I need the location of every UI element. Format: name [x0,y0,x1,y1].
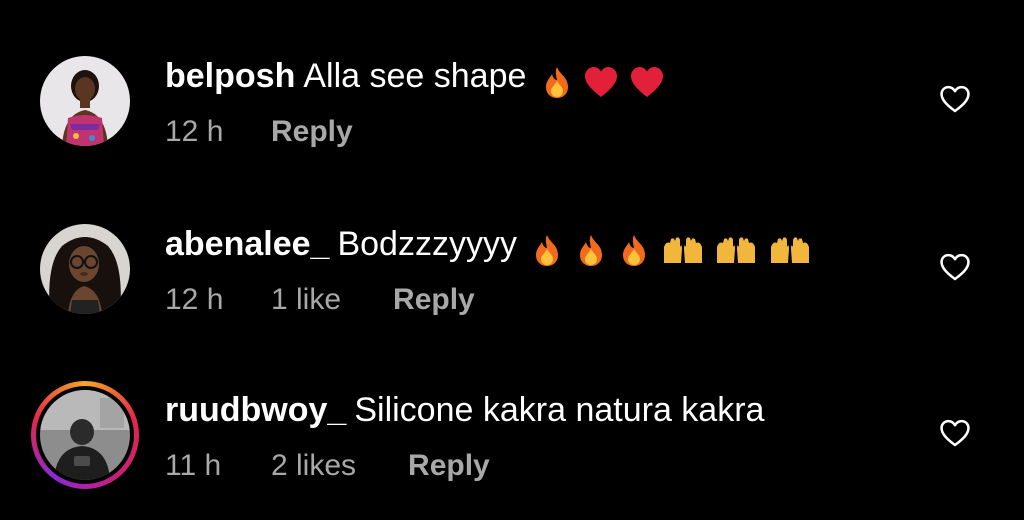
raising-hands-emoji [663,237,702,264]
comment-text: Alla see shape [303,57,527,95]
comment-username[interactable]: ruudbwoy_ [165,391,346,429]
reply-button[interactable]: Reply [408,448,490,484]
comment-username[interactable]: abenalee_ [165,225,329,263]
avatar-image [40,224,130,314]
comment-timestamp: 12 h [165,283,224,316]
comment-timestamp: 11 h [165,449,222,482]
fire-emoji [623,235,646,267]
comment-username[interactable]: belposh [165,57,295,95]
comment-timestamp: 12 h [165,115,224,148]
comment-text: Silicone kakra natura kakra [354,391,765,429]
comment-item: ruudbwoy_ Silicone kakra natura kakra 11 … [0,368,1024,508]
reply-button[interactable]: Reply [271,114,353,150]
fire-emoji [545,67,568,99]
likes-count[interactable]: 1 like [271,282,341,318]
red-heart-emoji [585,67,618,98]
avatar-image [40,56,130,146]
comment-emojis [540,60,665,100]
comment-item: abenalee_ Bodzzzyyyy 12 h 1 like Reply [0,202,1024,342]
avatar[interactable] [40,224,130,314]
comment-text: Bodzzzyyyy [337,225,517,263]
heart-outline-icon[interactable] [938,416,972,450]
comment-item: belposh Alla see shape 12 h Reply [0,34,1024,174]
comment-emojis [530,228,811,268]
fire-emoji [536,235,559,267]
raising-hands-emoji [717,237,756,264]
heart-outline-icon[interactable] [938,250,972,284]
reply-button[interactable]: Reply [393,282,475,318]
raising-hands-emoji [770,237,809,264]
avatar[interactable] [40,390,130,480]
story-ring[interactable] [31,381,139,489]
likes-count[interactable]: 2 likes [271,448,356,484]
heart-outline-icon[interactable] [938,82,972,116]
fire-emoji [579,235,602,267]
avatar[interactable] [40,56,130,146]
avatar-image [40,390,130,480]
red-heart-emoji [630,67,663,98]
